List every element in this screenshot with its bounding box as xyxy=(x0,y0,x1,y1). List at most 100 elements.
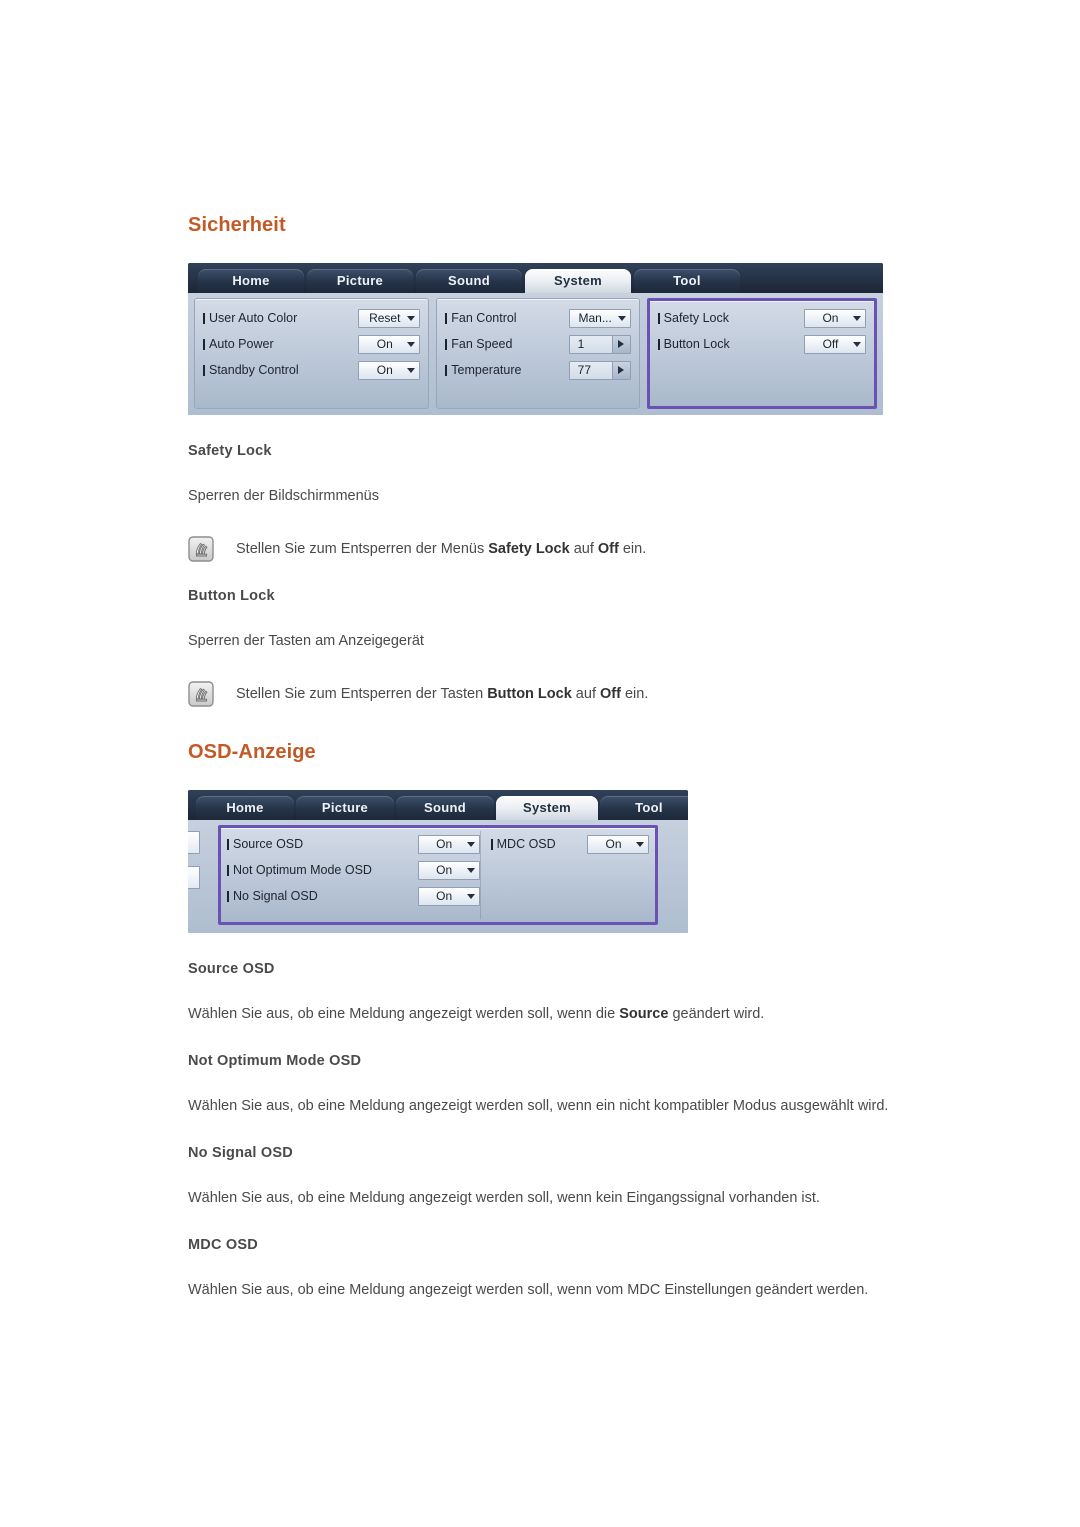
bullet-icon xyxy=(227,838,229,850)
tab-home[interactable]: Home xyxy=(196,796,294,820)
bullet-icon xyxy=(227,864,229,876)
osd-combo-value: On xyxy=(436,889,453,903)
heading-source-osd: Source OSD xyxy=(188,961,275,977)
bullet-icon xyxy=(203,338,205,350)
tab-sound[interactable]: Sound xyxy=(396,796,494,820)
triangle-right-icon xyxy=(618,340,625,348)
osd-combo-auto-power[interactable]: On xyxy=(358,334,421,354)
osd-row-temperature: Temperature 77 xyxy=(445,357,631,383)
heading-button-lock: Button Lock xyxy=(188,588,275,604)
chevron-down-icon xyxy=(407,341,416,347)
osd-row-button-lock: Button Lock Off xyxy=(657,331,866,357)
osd-screenshot-system-security: Home Picture Sound System Tool User Auto… xyxy=(188,263,883,415)
osd-combo-value: On xyxy=(605,837,622,851)
osd-label-not-optimum-mode-osd: Not Optimum Mode OSD xyxy=(227,863,372,877)
osd-row-source-osd: Source OSD On xyxy=(227,831,480,857)
note-hand-icon xyxy=(188,681,214,707)
osd-row-mdc-osd: MDC OSD On xyxy=(490,831,649,857)
note-hand-icon xyxy=(188,536,214,562)
note-safety-lock: Stellen Sie zum Entsperren der Menüs Saf… xyxy=(188,535,1018,562)
osd-subgroup-left: Source OSD On Not Optimum Mode OSD On No… xyxy=(227,831,480,919)
osd-row-safety-lock: Safety Lock On xyxy=(657,305,866,331)
osd-row-standby-control: Standby Control On xyxy=(203,357,421,383)
chevron-down-icon xyxy=(852,341,861,347)
osd-combo-fan-control[interactable]: Man... xyxy=(568,308,631,328)
page-content: Sicherheit Home Picture Sound System Too… xyxy=(188,214,1018,1329)
osd-spin-increment-button[interactable] xyxy=(611,361,630,379)
osd-row-fan-speed: Fan Speed 1 xyxy=(445,331,631,357)
osd-combo-mdc-osd[interactable]: On xyxy=(587,834,649,854)
osd-panel-body: Source OSD On Not Optimum Mode OSD On No… xyxy=(188,820,688,933)
heading-mdc-osd: MDC OSD xyxy=(188,1237,258,1253)
tab-picture[interactable]: Picture xyxy=(296,796,394,820)
page-title-osd-anzeige: OSD-Anzeige xyxy=(188,741,316,763)
osd-clipped-control xyxy=(188,831,200,854)
tab-picture[interactable]: Picture xyxy=(307,269,413,293)
osd-combo-safety-lock[interactable]: On xyxy=(803,308,866,328)
chevron-down-icon xyxy=(636,841,644,847)
heading-safety-lock: Safety Lock xyxy=(188,443,272,459)
bullet-icon xyxy=(227,890,229,902)
osd-clipped-left-controls xyxy=(188,825,218,925)
osd-spin-value: 1 xyxy=(577,337,585,351)
osd-clipped-control xyxy=(188,866,200,889)
tab-tool[interactable]: Tool xyxy=(600,796,688,820)
osd-combo-value: On xyxy=(376,363,393,377)
chevron-down-icon xyxy=(466,893,475,899)
osd-combo-value: Man... xyxy=(578,311,612,325)
osd-row-fan-control: Fan Control Man... xyxy=(445,305,631,331)
osd-label-temperature: Temperature xyxy=(445,363,521,377)
note-safety-lock-text: Stellen Sie zum Entsperren der Menüs Saf… xyxy=(236,541,647,557)
osd-group-fan: Fan Control Man... Fan Speed 1 Temperatu… xyxy=(436,298,640,409)
tab-system[interactable]: System xyxy=(496,796,598,820)
chevron-down-icon xyxy=(617,315,626,321)
osd-row-user-auto-color: User Auto Color Reset xyxy=(203,305,421,331)
osd-spin-fan-speed[interactable]: 1 xyxy=(568,334,631,354)
osd-label-safety-lock: Safety Lock xyxy=(657,311,729,325)
tab-system[interactable]: System xyxy=(525,269,631,293)
heading-not-optimum-mode-osd: Not Optimum Mode OSD xyxy=(188,1053,362,1069)
chevron-down-icon xyxy=(407,367,416,373)
osd-panel-body: User Auto Color Reset Auto Power On Stan… xyxy=(188,293,883,415)
tab-sound[interactable]: Sound xyxy=(416,269,522,293)
osd-spin-temperature[interactable]: 77 xyxy=(568,360,631,380)
chevron-down-icon xyxy=(407,315,416,321)
osd-combo-value: On xyxy=(822,311,839,325)
document-page: Sicherheit Home Picture Sound System Too… xyxy=(0,0,1080,1527)
osd-label-mdc-osd: MDC OSD xyxy=(490,837,556,851)
bullet-icon xyxy=(490,838,493,850)
note-button-lock: Stellen Sie zum Entsperren der Tasten Bu… xyxy=(188,680,1018,707)
tab-tool[interactable]: Tool xyxy=(634,269,740,293)
osd-label-button-lock: Button Lock xyxy=(657,337,730,351)
osd-subgroup-right: MDC OSD On xyxy=(479,831,649,919)
osd-combo-no-signal-osd[interactable]: On xyxy=(417,886,480,906)
text-safety-lock-desc: Sperren der Bildschirmmenüs xyxy=(188,488,379,504)
osd-combo-user-auto-color[interactable]: Reset xyxy=(358,308,421,328)
text-no-signal-osd-desc: Wählen Sie aus, ob eine Meldung angezeig… xyxy=(188,1190,820,1206)
osd-spin-value: 77 xyxy=(577,363,592,377)
page-title-sicherheit: Sicherheit xyxy=(188,214,286,236)
osd-row-auto-power: Auto Power On xyxy=(203,331,421,357)
osd-group-osd-highlighted: Source OSD On Not Optimum Mode OSD On No… xyxy=(218,825,658,925)
osd-combo-not-optimum-mode-osd[interactable]: On xyxy=(417,860,480,880)
bullet-icon xyxy=(657,338,660,350)
chevron-down-icon xyxy=(852,315,861,321)
osd-label-standby-control: Standby Control xyxy=(203,363,299,377)
osd-combo-button-lock[interactable]: Off xyxy=(803,334,866,354)
osd-combo-source-osd[interactable]: On xyxy=(417,834,480,854)
osd-screenshot-system-osd: Home Picture Sound System Tool Source OS… xyxy=(188,790,688,933)
osd-row-not-optimum-mode-osd: Not Optimum Mode OSD On xyxy=(227,857,480,883)
osd-combo-standby-control[interactable]: On xyxy=(358,360,421,380)
text-mdc-osd-desc: Wählen Sie aus, ob eine Meldung angezeig… xyxy=(188,1282,869,1298)
osd-combo-value: Reset xyxy=(369,311,401,325)
osd-combo-value: On xyxy=(436,837,453,851)
tab-home[interactable]: Home xyxy=(198,269,304,293)
osd-combo-value: On xyxy=(376,337,393,351)
osd-spin-increment-button[interactable] xyxy=(611,335,630,353)
triangle-right-icon xyxy=(618,366,625,374)
osd-row-no-signal-osd: No Signal OSD On xyxy=(227,883,480,909)
text-source-osd-desc: Wählen Sie aus, ob eine Meldung angezeig… xyxy=(188,1006,765,1022)
osd-group-general: User Auto Color Reset Auto Power On Stan… xyxy=(194,298,430,409)
osd-combo-value: On xyxy=(436,863,453,877)
bullet-icon xyxy=(657,312,660,324)
